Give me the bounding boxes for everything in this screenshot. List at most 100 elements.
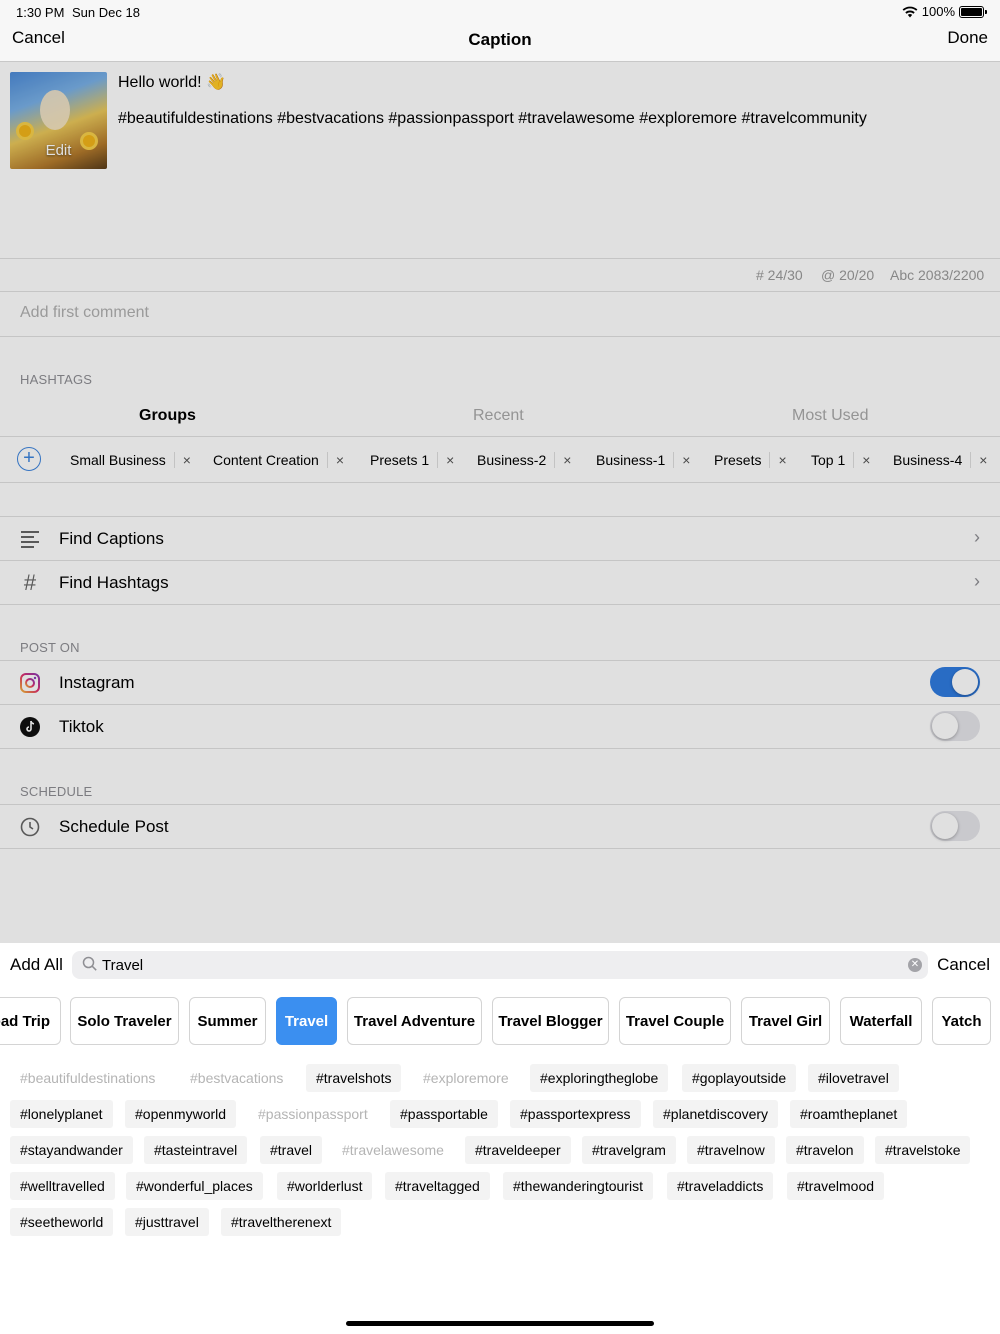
battery-icon xyxy=(959,5,987,18)
category-button[interactable]: Summer xyxy=(189,997,266,1045)
segment-most-used[interactable]: Most Used xyxy=(792,407,868,425)
schedule-post-label: Schedule Post xyxy=(59,817,169,836)
hashtag-tag[interactable]: #roamtheplanet xyxy=(790,1100,908,1128)
hashtag-tag[interactable]: #thewanderingtourist xyxy=(503,1172,653,1200)
hashtag-tag[interactable]: #goplayoutside xyxy=(682,1064,797,1092)
first-comment-input[interactable]: Add first comment xyxy=(20,304,149,322)
hashtag-tag[interactable]: #seetheworld xyxy=(10,1208,114,1236)
hashtag-tag[interactable]: #passionpassport xyxy=(248,1100,378,1128)
schedule-section-label: SCHEDULE xyxy=(20,784,93,799)
find-hashtags-label: Find Hashtags xyxy=(59,573,169,592)
category-button[interactable]: Road Trip xyxy=(0,997,61,1045)
hashtag-tag[interactable]: #travelawesome xyxy=(332,1136,454,1164)
hashtag-tag[interactable]: #passportexpress xyxy=(510,1100,641,1128)
hashtag-tag[interactable]: #planetdiscovery xyxy=(653,1100,779,1128)
group-chip[interactable]: Business-4 × xyxy=(893,449,987,471)
remove-group-icon[interactable]: × xyxy=(326,452,344,468)
home-indicator xyxy=(346,1321,654,1326)
caption-text-line1[interactable]: Hello world! 👋 xyxy=(118,72,226,92)
category-button[interactable]: Travel Couple xyxy=(619,997,731,1045)
hashtag-tag[interactable]: #tasteintravel xyxy=(144,1136,248,1164)
group-chip[interactable]: Presets 1 × xyxy=(370,449,454,471)
category-button[interactable]: Solo Traveler xyxy=(70,997,179,1045)
tiktok-label: Tiktok xyxy=(59,717,104,736)
hashtag-tag[interactable]: #travelgram xyxy=(582,1136,676,1164)
hashtag-tag[interactable]: #wonderful_places xyxy=(126,1172,263,1200)
hashtag-tag[interactable]: #traveltherenext xyxy=(221,1208,342,1236)
category-button[interactable]: Waterfall xyxy=(840,997,922,1045)
caption-editor: Edit Hello world! 👋 #beautifuldestinatio… xyxy=(0,62,1000,943)
hashtag-tag[interactable]: #travelstoke xyxy=(875,1136,971,1164)
hashtag-tag[interactable]: #passportable xyxy=(390,1100,498,1128)
group-chip-label: Business-4 xyxy=(893,452,963,468)
clock-icon xyxy=(18,815,42,839)
post-on-section-label: POST ON xyxy=(20,640,80,655)
status-bar: 1:30 PM Sun Dec 18 100% xyxy=(0,0,1000,24)
category-button[interactable]: Travel Adventure xyxy=(347,997,482,1045)
hash-icon: # xyxy=(23,570,37,595)
group-chip[interactable]: Business-2 × xyxy=(477,449,571,471)
caption-text-line2[interactable]: #beautifuldestinations #bestvacations #p… xyxy=(118,110,867,128)
find-captions-row[interactable]: Find Captions › xyxy=(0,516,1000,560)
hashtag-tag[interactable]: #exploringtheglobe xyxy=(530,1064,669,1092)
add-group-icon[interactable]: + xyxy=(17,447,41,471)
battery-percent: 100% xyxy=(921,4,955,19)
group-chip[interactable]: Presets × xyxy=(714,449,787,471)
group-chip[interactable]: Business-1 × xyxy=(596,449,690,471)
divider xyxy=(0,848,1000,849)
hashtag-tag[interactable]: #travelnow xyxy=(687,1136,775,1164)
remove-group-icon[interactable]: × xyxy=(853,452,870,468)
category-button-active[interactable]: Travel xyxy=(276,997,337,1045)
post-thumbnail[interactable]: Edit xyxy=(10,72,107,169)
instagram-label: Instagram xyxy=(59,673,135,692)
hashtag-tag[interactable]: #lonelyplanet xyxy=(10,1100,113,1128)
instagram-toggle[interactable] xyxy=(930,667,980,697)
divider xyxy=(0,748,1000,749)
hashtag-picker: Add All Travel ✕ Cancel Road Trip Solo T… xyxy=(0,943,1000,1334)
group-chip[interactable]: Content Creation × xyxy=(213,449,344,471)
category-button[interactable]: Travel Blogger xyxy=(492,997,609,1045)
hashtag-tag[interactable]: #openmyworld xyxy=(125,1100,237,1128)
group-chip-label: Business-2 xyxy=(477,452,547,468)
category-button[interactable]: Yatch xyxy=(932,997,991,1045)
remove-group-icon[interactable]: × xyxy=(554,452,571,468)
group-chip[interactable]: Top 1 × xyxy=(811,449,870,471)
hashtag-tag[interactable]: #traveltagged xyxy=(385,1172,490,1200)
hashtag-tag[interactable]: #travelon xyxy=(786,1136,864,1164)
segment-groups[interactable]: Groups xyxy=(139,407,196,425)
hashtag-tag[interactable]: #welltravelled xyxy=(10,1172,115,1200)
segment-recent[interactable]: Recent xyxy=(473,407,524,425)
hashtag-tag[interactable]: #justtravel xyxy=(125,1208,209,1236)
page-title: Caption xyxy=(468,30,532,49)
find-hashtags-row[interactable]: # Find Hashtags › xyxy=(0,560,1000,604)
divider xyxy=(0,604,1000,605)
thumbnail-flower xyxy=(16,122,34,140)
remove-group-icon[interactable]: × xyxy=(970,452,987,468)
hashtag-tag[interactable]: #exploremore xyxy=(413,1064,519,1092)
edit-media-label[interactable]: Edit xyxy=(10,142,107,159)
hashtag-tag[interactable]: #traveladdicts xyxy=(667,1172,774,1200)
group-chip[interactable]: Small Business × xyxy=(70,449,191,471)
caption-counters: # 24/30 @ 20/20 Abc 2083/2200 xyxy=(0,258,1000,292)
remove-group-icon[interactable]: × xyxy=(437,452,454,468)
hashtag-tag[interactable]: #ilovetravel xyxy=(808,1064,899,1092)
done-button[interactable]: Done xyxy=(947,28,988,48)
hashtag-tag[interactable]: #travelmood xyxy=(787,1172,885,1200)
remove-group-icon[interactable]: × xyxy=(673,452,690,468)
group-chip-label: Top 1 xyxy=(811,452,846,468)
character-counter: Abc 2083/2200 xyxy=(890,267,985,283)
hashtag-tag[interactable]: #worlderlust xyxy=(277,1172,373,1200)
remove-group-icon[interactable]: × xyxy=(769,452,787,468)
schedule-toggle[interactable] xyxy=(930,811,980,841)
hashtag-tag[interactable]: #stayandwander xyxy=(10,1136,133,1164)
hashtag-tag[interactable]: #travelshots xyxy=(306,1064,402,1092)
instagram-row: Instagram xyxy=(0,660,1000,704)
remove-group-icon[interactable]: × xyxy=(173,452,191,468)
hashtag-tag[interactable]: #beautifuldestinations xyxy=(10,1064,165,1092)
hashtag-tag[interactable]: #travel xyxy=(260,1136,323,1164)
hashtag-counter: # 24/30 xyxy=(756,267,803,283)
hashtag-tag[interactable]: #bestvacations xyxy=(180,1064,293,1092)
hashtag-tag[interactable]: #traveldeeper xyxy=(465,1136,571,1164)
tiktok-toggle[interactable] xyxy=(930,711,980,741)
category-button[interactable]: Travel Girl xyxy=(741,997,830,1045)
